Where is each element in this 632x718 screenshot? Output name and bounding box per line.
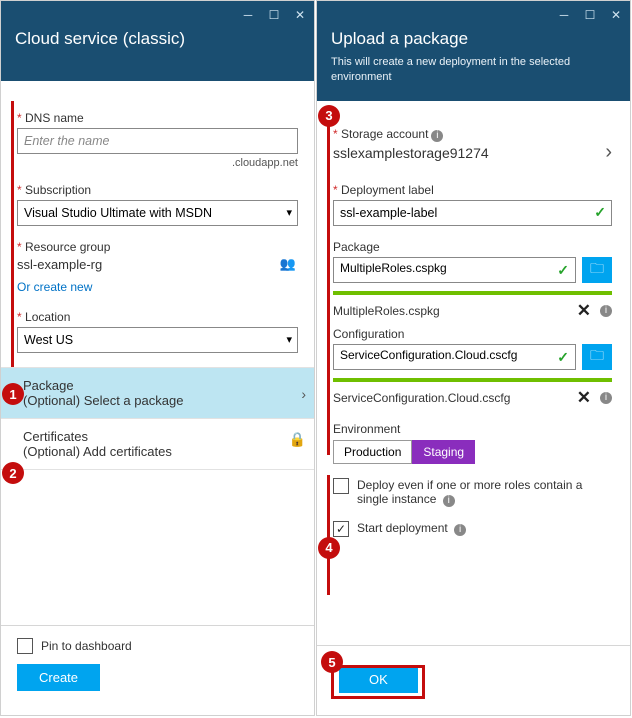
annotation-badge-1: 1 bbox=[2, 383, 24, 405]
location-select[interactable]: West US bbox=[17, 327, 298, 353]
field-config-file: Configuration ServiceConfiguration.Cloud… bbox=[333, 327, 612, 408]
row-cert-title: Certificates bbox=[23, 429, 312, 444]
info-icon[interactable]: i bbox=[600, 392, 612, 404]
field-dns: DNS name .cloudapp.net bbox=[17, 111, 298, 169]
row-cert-sub: (Optional) Add certificates bbox=[23, 444, 312, 459]
minimize-icon[interactable]: ─ bbox=[240, 7, 256, 23]
location-label: Location bbox=[17, 310, 298, 324]
rg-label: Resource group bbox=[17, 240, 298, 254]
dns-suffix: .cloudapp.net bbox=[17, 157, 298, 169]
config-filename: ServiceConfiguration.Cloud.cscfg bbox=[333, 391, 510, 405]
field-location: Location West US ▾ bbox=[17, 310, 298, 353]
annotation-bar-1 bbox=[11, 101, 14, 391]
env-production[interactable]: Production bbox=[333, 440, 412, 464]
maximize-icon[interactable]: ☐ bbox=[582, 7, 598, 23]
pin-label: Pin to dashboard bbox=[41, 639, 132, 653]
browse-config-button[interactable]: 🗀 bbox=[582, 344, 612, 370]
env-label: Environment bbox=[333, 422, 612, 436]
browse-package-button[interactable]: 🗀 bbox=[582, 257, 612, 283]
start-deployment-label: Start deployment bbox=[357, 521, 448, 535]
annotation-badge-2: 2 bbox=[2, 462, 24, 484]
check-icon: ✓ bbox=[557, 262, 569, 279]
dns-input[interactable] bbox=[17, 128, 298, 154]
annotation-box-5 bbox=[331, 665, 425, 699]
maximize-icon[interactable]: ☐ bbox=[266, 7, 282, 23]
folder-icon: 🗀 bbox=[590, 345, 604, 369]
config-file-input[interactable]: ServiceConfiguration.Cloud.cscfg ✓ bbox=[333, 344, 576, 370]
rg-value: ssl-example-rg bbox=[17, 257, 298, 272]
field-resource-group: Resource group ssl-example-rg 👥 bbox=[17, 240, 298, 272]
blade-upload-package: ─ ☐ ✕ Upload a package This will create … bbox=[316, 0, 631, 716]
annotation-badge-4: 4 bbox=[318, 537, 340, 559]
blade-footer-left: Pin to dashboard Create bbox=[1, 625, 314, 715]
row-package-title: Package bbox=[23, 378, 312, 393]
row-certificates[interactable]: Certificates (Optional) Add certificates… bbox=[1, 418, 314, 470]
deploy-single-label: Deploy even if one or more roles contain… bbox=[357, 478, 582, 506]
deploy-single-instance-row[interactable]: Deploy even if one or more roles contain… bbox=[333, 478, 612, 507]
pin-checkbox[interactable] bbox=[17, 638, 33, 654]
window-controls: ─ ☐ ✕ bbox=[240, 7, 308, 23]
deploy-single-checkbox[interactable] bbox=[333, 478, 349, 494]
blade-title-right: Upload a package bbox=[331, 29, 616, 49]
info-icon[interactable]: i bbox=[431, 130, 443, 142]
field-environment: Environment Production Staging bbox=[333, 422, 612, 464]
check-icon: ✓ bbox=[594, 204, 606, 221]
blade-header-right: ─ ☐ ✕ Upload a package This will create … bbox=[317, 1, 630, 101]
deploy-label-input[interactable] bbox=[333, 200, 612, 226]
lock-icon: 🔒 bbox=[289, 431, 306, 448]
env-toggle: Production Staging bbox=[333, 440, 612, 464]
annotation-bar-4 bbox=[327, 475, 330, 595]
start-deployment-checkbox[interactable] bbox=[333, 521, 349, 537]
blade-header-left: ─ ☐ ✕ Cloud service (classic) bbox=[1, 1, 314, 81]
row-package-sub: (Optional) Select a package bbox=[23, 393, 312, 408]
blade-body-right: 3 Storage accounti sslexamplestorage9127… bbox=[317, 101, 630, 685]
window-controls: ─ ☐ ✕ bbox=[556, 7, 624, 23]
field-storage[interactable]: Storage accounti sslexamplestorage91274 … bbox=[333, 127, 612, 161]
blade-cloud-service: ─ ☐ ✕ Cloud service (classic) 1 DNS name… bbox=[0, 0, 315, 716]
blade-title-left: Cloud service (classic) bbox=[15, 29, 300, 49]
package-file-label: Package bbox=[333, 240, 612, 254]
group-icon: 👥 bbox=[280, 256, 296, 272]
package-filename: MultipleRoles.cspkg bbox=[333, 304, 440, 318]
remove-config-button[interactable]: ✕ bbox=[577, 388, 591, 408]
config-file-label: Configuration bbox=[333, 327, 612, 341]
info-icon[interactable]: i bbox=[443, 495, 455, 507]
field-package-file: Package MultipleRoles.cspkg ✓ 🗀 Multiple… bbox=[333, 240, 612, 321]
subscription-label: Subscription bbox=[17, 183, 298, 197]
start-deployment-row[interactable]: Start deployment i bbox=[333, 521, 612, 537]
storage-value: sslexamplestorage91274 bbox=[333, 145, 612, 161]
config-upload-progress bbox=[333, 378, 612, 382]
blade-subtitle-right: This will create a new deployment in the… bbox=[331, 55, 616, 85]
pin-to-dashboard-row[interactable]: Pin to dashboard bbox=[17, 638, 298, 654]
minimize-icon[interactable]: ─ bbox=[556, 7, 572, 23]
package-file-input[interactable]: MultipleRoles.cspkg ✓ bbox=[333, 257, 576, 283]
dns-label: DNS name bbox=[17, 111, 298, 125]
annotation-badge-3: 3 bbox=[318, 105, 340, 127]
rg-create-new[interactable]: Or create new bbox=[17, 278, 298, 296]
close-icon[interactable]: ✕ bbox=[608, 7, 624, 23]
remove-package-button[interactable]: ✕ bbox=[577, 301, 591, 321]
storage-label: Storage accounti bbox=[333, 127, 612, 142]
info-icon[interactable]: i bbox=[454, 524, 466, 536]
field-deploy-label: Deployment label ✓ bbox=[333, 183, 612, 226]
close-icon[interactable]: ✕ bbox=[292, 7, 308, 23]
blade-footer-right: 5 OK bbox=[317, 645, 630, 715]
chevron-right-icon: › bbox=[301, 386, 306, 402]
chevron-right-icon[interactable]: › bbox=[605, 141, 612, 164]
create-button[interactable]: Create bbox=[17, 664, 100, 691]
folder-icon: 🗀 bbox=[590, 258, 604, 282]
subscription-select[interactable]: Visual Studio Ultimate with MSDN bbox=[17, 200, 298, 226]
field-subscription: Subscription Visual Studio Ultimate with… bbox=[17, 183, 298, 226]
package-upload-progress bbox=[333, 291, 612, 295]
annotation-badge-5: 5 bbox=[321, 651, 343, 673]
env-staging[interactable]: Staging bbox=[412, 440, 475, 464]
annotation-bar-3 bbox=[327, 115, 330, 455]
info-icon[interactable]: i bbox=[600, 305, 612, 317]
check-icon: ✓ bbox=[557, 349, 569, 366]
blade-body-left: 1 DNS name .cloudapp.net Subscription Vi… bbox=[1, 81, 314, 665]
row-package[interactable]: Package (Optional) Select a package › bbox=[1, 367, 314, 418]
rg-create-new-link[interactable]: Or create new bbox=[17, 280, 92, 294]
deploy-label-label: Deployment label bbox=[333, 183, 612, 197]
